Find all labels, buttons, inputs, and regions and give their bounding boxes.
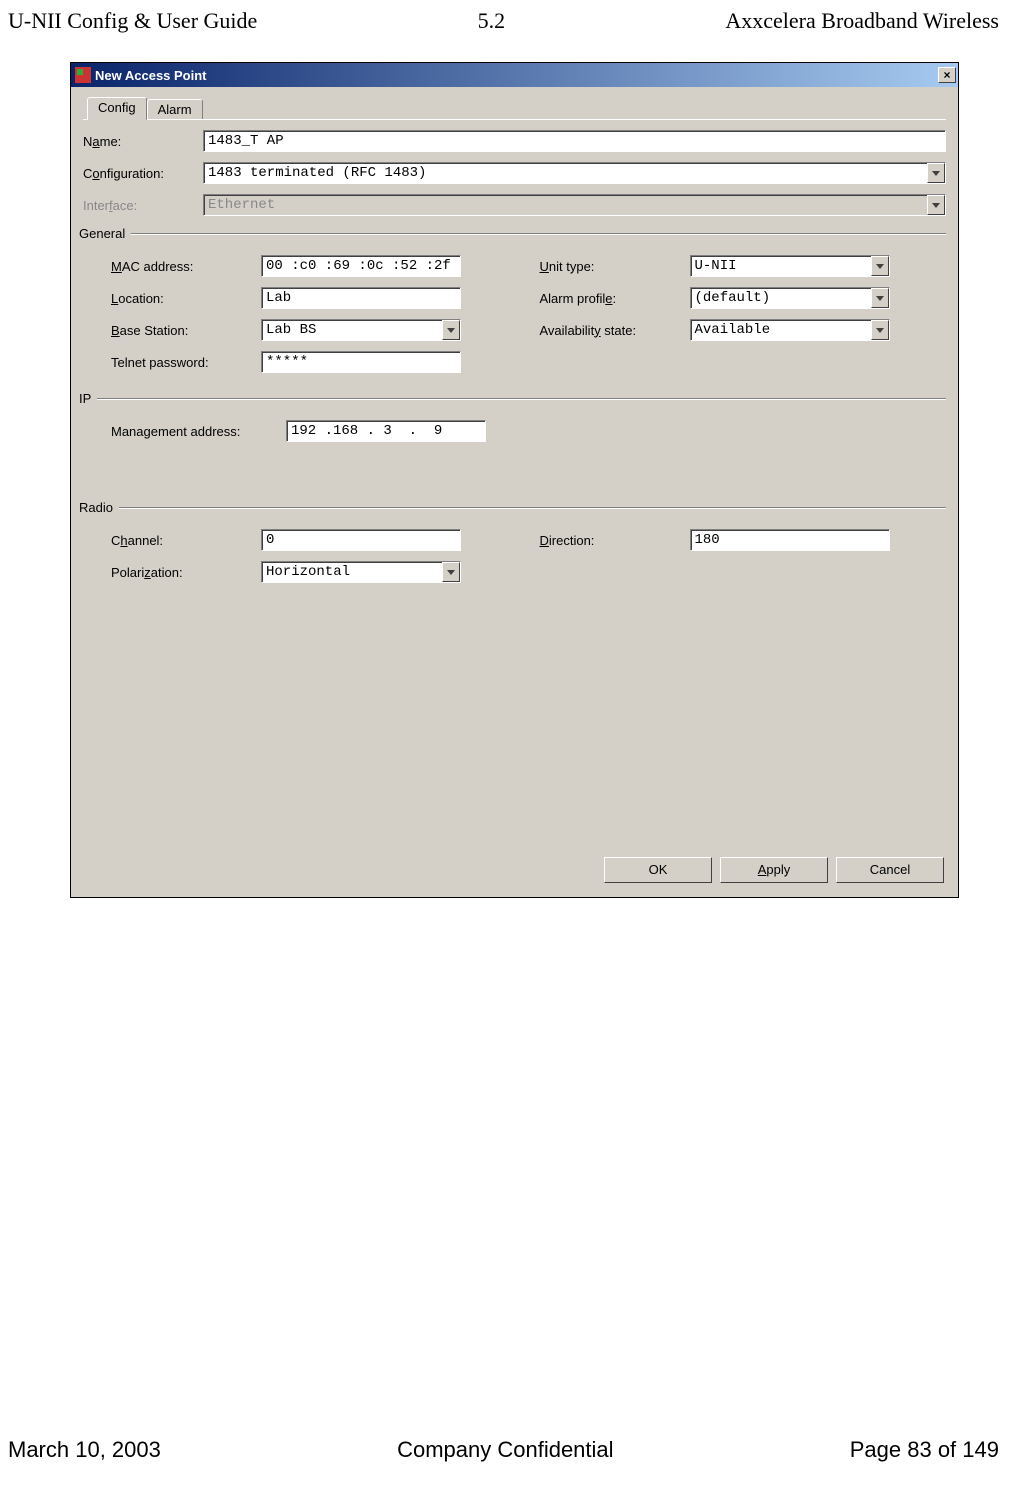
page-footer: March 10, 2003 Company Confidential Page… [8,1437,999,1463]
label-polarization: Polarization: [111,565,261,580]
chevron-down-icon[interactable] [871,288,889,308]
label-unit-type: Unit type: [540,259,690,274]
footer-left: March 10, 2003 [8,1437,161,1463]
label-mac: MAC address: [111,259,261,274]
chevron-down-icon[interactable] [442,562,460,582]
row-configuration: Configuration: 1483 terminated (RFC 1483… [83,162,946,184]
chevron-down-icon[interactable] [927,163,945,183]
base-station-combo[interactable]: Lab BS [261,319,461,341]
alarm-profile-value: (default) [691,288,871,308]
label-location: Location: [111,291,261,306]
header-left: U-NII Config & User Guide [8,8,257,34]
tab-panel-config: Name: 1483_T AP Configuration: 1483 term… [83,119,946,633]
row-unit-type: Unit type: U-NII [540,255,941,277]
cancel-button[interactable]: Cancel [836,857,944,883]
label-channel: Channel: [111,533,261,548]
divider [97,398,946,400]
label-management-address: Management address: [111,424,286,439]
tab-config[interactable]: Config [87,97,147,120]
dialog-window: New Access Point × Config Alarm Name: 14… [70,62,959,898]
base-station-value: Lab BS [262,320,442,340]
row-telnet: Telnet password: ***** [111,351,512,373]
interface-value: Ethernet [204,195,927,215]
availability-combo[interactable]: Available [690,319,890,341]
group-radio-title: Radio [79,500,113,515]
row-base-station: Base Station: Lab BS [111,319,512,341]
page-header: U-NII Config & User Guide 5.2 Axxcelera … [0,0,1029,42]
availability-value: Available [691,320,871,340]
tab-bar: Config Alarm [87,97,946,119]
group-ip: IP [79,391,946,406]
configuration-value: 1483 terminated (RFC 1483) [204,163,927,183]
divider [131,233,946,235]
alarm-profile-combo[interactable]: (default) [690,287,890,309]
group-ip-content: Management address: 192 .168 . 3 . 9 [83,420,946,492]
polarization-value: Horizontal [262,562,442,582]
label-name: Name: [83,134,203,149]
chevron-down-icon[interactable] [871,320,889,340]
row-location: Location: Lab [111,287,512,309]
footer-mid: Company Confidential [397,1437,613,1463]
chevron-down-icon[interactable] [871,256,889,276]
row-direction: Direction: 180 [540,529,941,551]
row-alarm-profile: Alarm profile: (default) [540,287,941,309]
header-right: Axxcelera Broadband Wireless [725,8,999,34]
divider [119,507,946,509]
dialog-body: Config Alarm Name: 1483_T AP Configurati… [71,87,958,897]
label-availability: Availability state: [540,323,690,338]
channel-input[interactable]: 0 [261,529,461,551]
direction-input[interactable]: 180 [690,529,890,551]
button-row: OK Apply Cancel [604,857,944,883]
group-general-content: MAC address: 00 :c0 :69 :0c :52 :2f Loca… [83,255,946,383]
row-management-address: Management address: 192 .168 . 3 . 9 [111,420,940,442]
row-interface: Interface: Ethernet [83,194,946,216]
ok-button[interactable]: OK [604,857,712,883]
location-input[interactable]: Lab [261,287,461,309]
row-availability: Availability state: Available [540,319,941,341]
label-alarm-profile: Alarm profile: [540,291,690,306]
app-icon [75,67,91,83]
group-ip-title: IP [79,391,91,406]
row-name: Name: 1483_T AP [83,130,946,152]
management-address-input[interactable]: 192 .168 . 3 . 9 [286,420,486,442]
window-title: New Access Point [95,68,938,83]
header-mid: 5.2 [478,8,506,34]
chevron-down-icon [927,195,945,215]
telnet-input[interactable]: ***** [261,351,461,373]
chevron-down-icon[interactable] [442,320,460,340]
row-polarization: Polarization: Horizontal [111,561,512,583]
unit-type-combo[interactable]: U-NII [690,255,890,277]
tab-alarm[interactable]: Alarm [147,99,203,119]
configuration-combo[interactable]: 1483 terminated (RFC 1483) [203,162,946,184]
label-telnet: Telnet password: [111,355,261,370]
group-radio-content: Channel: 0 Polarization: Horizontal [83,529,946,633]
unit-type-value: U-NII [691,256,871,276]
titlebar: New Access Point × [71,63,958,87]
label-direction: Direction: [540,533,690,548]
apply-button[interactable]: Apply [720,857,828,883]
group-general: General [79,226,946,241]
row-channel: Channel: 0 [111,529,512,551]
label-interface: Interface: [83,198,203,213]
group-radio: Radio [79,500,946,515]
row-mac: MAC address: 00 :c0 :69 :0c :52 :2f [111,255,512,277]
interface-combo: Ethernet [203,194,946,216]
polarization-combo[interactable]: Horizontal [261,561,461,583]
group-general-title: General [79,226,125,241]
close-button[interactable]: × [938,67,956,83]
label-configuration: Configuration: [83,166,203,181]
footer-right: Page 83 of 149 [850,1437,999,1463]
label-base-station: Base Station: [111,323,261,338]
name-input[interactable]: 1483_T AP [203,130,946,152]
mac-input[interactable]: 00 :c0 :69 :0c :52 :2f [261,255,461,277]
